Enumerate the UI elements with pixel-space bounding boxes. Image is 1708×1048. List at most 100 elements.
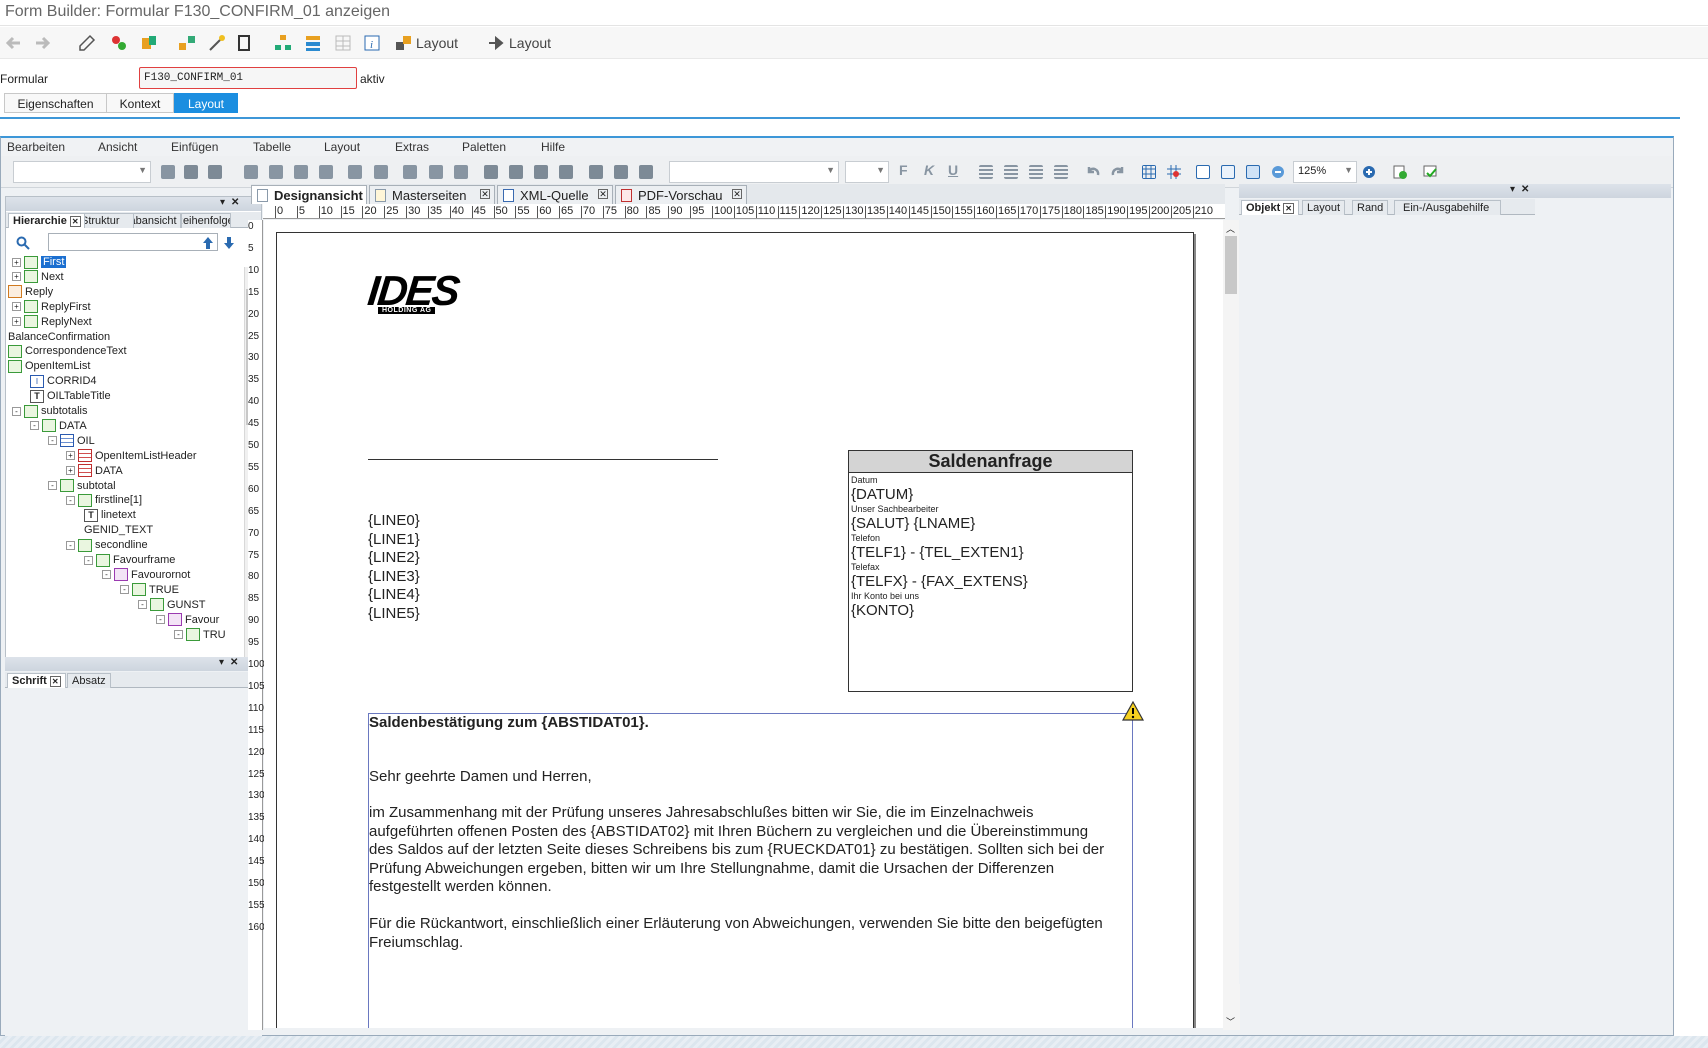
distribute-icon[interactable] (454, 165, 468, 179)
tab-layout[interactable]: Layout (174, 93, 238, 113)
panel-close-icon[interactable]: ✕ (231, 197, 239, 208)
tree-node[interactable]: - Favour (156, 613, 219, 627)
fit-width-icon[interactable] (1246, 165, 1260, 179)
tree-node[interactable]: - subtotal (48, 479, 116, 493)
canvas-vertical-scrollbar[interactable]: ︿ ﹀ (1223, 220, 1240, 1030)
text-align-center-icon[interactable] (1004, 165, 1018, 179)
tab-absatz[interactable]: Absatz (67, 673, 111, 688)
tree-node[interactable]: - GUNST (138, 598, 206, 612)
layout-stack-icon[interactable] (304, 34, 322, 52)
group-icon[interactable] (484, 165, 498, 179)
center-horizontal-icon[interactable] (348, 165, 362, 179)
tree-node[interactable]: - DATA (30, 419, 87, 433)
font-panel-close-icon[interactable]: ✕ (230, 657, 238, 668)
scroll-down-icon[interactable]: ﹀ (1226, 1015, 1235, 1028)
body-text-area[interactable]: Saldenbestätigung zum {ABSTIDAT01}. Sehr… (368, 713, 1133, 1028)
tree-search-input[interactable] (48, 233, 218, 251)
tab-close-icon[interactable]: ✕ (1283, 203, 1294, 214)
tree-node[interactable]: - TRU (174, 628, 226, 642)
same-size-icon[interactable] (639, 165, 653, 179)
close-icon[interactable]: ✕ (598, 189, 608, 199)
tab-designansicht[interactable]: Designansicht (251, 185, 367, 204)
font-family-select[interactable]: ▼ (669, 161, 839, 183)
collapse-icon[interactable]: - (84, 555, 93, 565)
distribute-h-icon[interactable] (403, 165, 417, 179)
collapse-icon[interactable]: - (66, 540, 75, 550)
hierarchy-icon[interactable] (178, 34, 196, 52)
expand-icon[interactable]: + (12, 257, 21, 267)
text-align-right-icon[interactable] (1029, 165, 1043, 179)
where-used-icon[interactable] (236, 34, 254, 52)
arrow-up-icon[interactable] (202, 236, 214, 250)
tab-rand[interactable]: Rand (1352, 200, 1389, 215)
expand-icon[interactable]: + (12, 317, 21, 327)
tab-eigenschaften[interactable]: Eigenschaften (4, 93, 107, 113)
tab-schrift[interactable]: Schrift ✕ (7, 673, 66, 688)
bring-front-icon[interactable] (534, 165, 548, 179)
tab-objekt[interactable]: Objekt ✕ (1241, 200, 1299, 215)
activate-icon[interactable] (110, 34, 128, 52)
tree-node[interactable]: - Favourornot (102, 568, 190, 582)
tab-xml-quelle[interactable]: XML-Quelle ✕ (497, 185, 613, 204)
search-icon[interactable] (16, 236, 30, 250)
tree-node[interactable]: OpenItemList (8, 359, 90, 373)
tree-node[interactable]: + First (12, 255, 67, 269)
tab-kontext[interactable]: Kontext (106, 93, 174, 113)
tree-structure-icon[interactable] (274, 34, 292, 52)
tree-node[interactable]: CorrespondenceText (8, 344, 127, 358)
table-grid-icon[interactable] (334, 34, 352, 52)
layout-button-1[interactable]: Layout (416, 35, 458, 51)
collapse-icon[interactable]: - (48, 436, 57, 446)
menu-ansicht[interactable]: Ansicht (98, 140, 137, 154)
menu-hilfe[interactable]: Hilfe (541, 140, 565, 154)
tree-node[interactable]: + OpenItemListHeader (66, 449, 197, 463)
tree-node[interactable]: Tlinetext (84, 508, 136, 522)
tab-reihenfolge[interactable]: Reihenfolge (181, 213, 231, 228)
new-icon[interactable] (161, 165, 175, 179)
layout-button-2[interactable]: Layout (509, 35, 551, 51)
bold-icon[interactable]: F (899, 162, 913, 178)
address-block[interactable]: {LINE0} {LINE1} {LINE2} {LINE3} {LINE4} {LINE… (368, 512, 420, 624)
forward-arrow-icon[interactable] (33, 34, 51, 52)
snap-grid-icon[interactable] (1167, 165, 1181, 179)
object-panel-menu-icon[interactable]: ▾ (1510, 184, 1515, 195)
menu-bearbeiten[interactable]: Bearbeiten (7, 140, 65, 154)
tree-node[interactable]: - subtotalis (12, 404, 87, 418)
object-list-icon[interactable] (140, 34, 158, 52)
back-arrow-icon[interactable] (5, 34, 23, 52)
layout-pattern-icon[interactable] (395, 34, 413, 52)
redo-icon[interactable] (1111, 165, 1125, 179)
collapse-icon[interactable]: - (12, 406, 21, 416)
form-name-field[interactable]: F130_CONFIRM_01 (139, 67, 357, 89)
menu-einfuegen[interactable]: Einfügen (171, 140, 218, 154)
collapse-icon[interactable]: - (120, 585, 129, 595)
object-type-select[interactable]: ▼ (13, 161, 151, 183)
menu-extras[interactable]: Extras (395, 140, 429, 154)
text-align-left-icon[interactable] (979, 165, 993, 179)
italic-icon[interactable]: K (924, 162, 938, 178)
collapse-icon[interactable]: - (30, 421, 39, 431)
zoom-select[interactable]: 125% ▼ (1293, 161, 1357, 183)
insert-icon[interactable] (184, 165, 198, 179)
expand-icon[interactable]: + (12, 302, 21, 312)
tree-node[interactable]: I CORRID4 (30, 374, 97, 388)
expand-icon[interactable]: + (12, 272, 21, 282)
expand-icon[interactable]: + (66, 451, 75, 461)
arrow-right-icon[interactable] (487, 34, 505, 52)
same-width-icon[interactable] (589, 165, 603, 179)
tree-node[interactable]: + Next (12, 270, 64, 284)
tab-objekt-layout[interactable]: Layout (1302, 200, 1346, 215)
ungroup-icon[interactable] (509, 165, 523, 179)
design-canvas[interactable]: IDES HOLDING AG {LINE0} {LINE1} {LINE2} {LI… (264, 220, 1224, 1028)
collapse-icon[interactable]: - (174, 630, 183, 640)
zoom-out-icon[interactable] (1271, 165, 1285, 179)
align-bottom-icon[interactable] (319, 165, 333, 179)
tab-hierarchie[interactable]: Hierarchie ✕ (8, 213, 86, 228)
expand-icon[interactable]: + (66, 466, 75, 476)
canvas-scroll-thumb[interactable] (1225, 236, 1237, 294)
spellcheck-icon[interactable] (1423, 165, 1437, 179)
align-top-icon[interactable] (294, 165, 308, 179)
text-justify-icon[interactable] (1054, 165, 1068, 179)
fit-height-icon[interactable] (1221, 165, 1235, 179)
tree-node[interactable]: + ReplyFirst (12, 300, 91, 314)
